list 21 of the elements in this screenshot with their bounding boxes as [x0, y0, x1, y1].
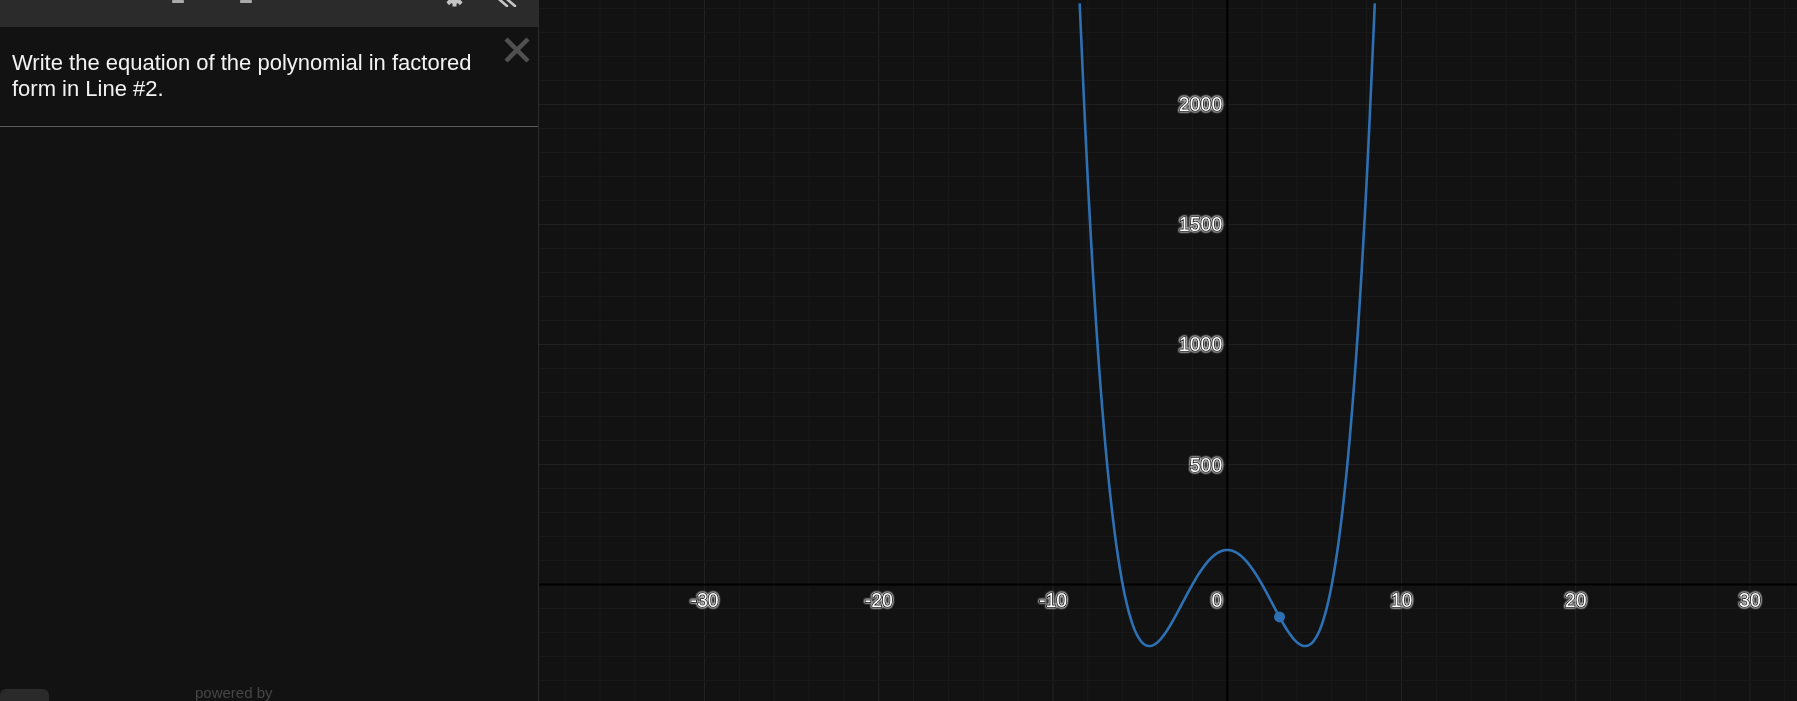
origin-label: 0	[1211, 588, 1223, 611]
close-button[interactable]	[503, 36, 531, 64]
footer-tab[interactable]	[0, 689, 49, 701]
y-tick-label: 1500	[1178, 213, 1223, 236]
double-chevron-icon[interactable]	[498, 0, 517, 7]
close-icon	[504, 37, 530, 63]
y-tick-label: 1000	[1178, 333, 1223, 356]
y-tick-label: 500	[1189, 453, 1223, 476]
x-tick-label: -10	[1038, 588, 1068, 611]
graph-canvas[interactable]: 2000 1500 1000 500 -30 -20 -10 0 10 20 30	[539, 0, 1797, 701]
block-icon[interactable]	[240, 0, 252, 3]
block-icon[interactable]	[172, 0, 184, 3]
x-tick-label: 30	[1739, 588, 1761, 611]
settings-icon[interactable]	[445, 0, 464, 7]
question-text: Write the equation of the polynomial in factored form in Line #2.	[12, 50, 473, 102]
curve-point[interactable]	[1274, 611, 1285, 623]
x-tick-label: 10	[1390, 588, 1413, 611]
x-tick-label: -30	[690, 588, 719, 611]
x-tick-label: 20	[1564, 588, 1587, 611]
y-tick-label: 2000	[1178, 93, 1223, 116]
x-tick-label: -20	[864, 588, 893, 611]
